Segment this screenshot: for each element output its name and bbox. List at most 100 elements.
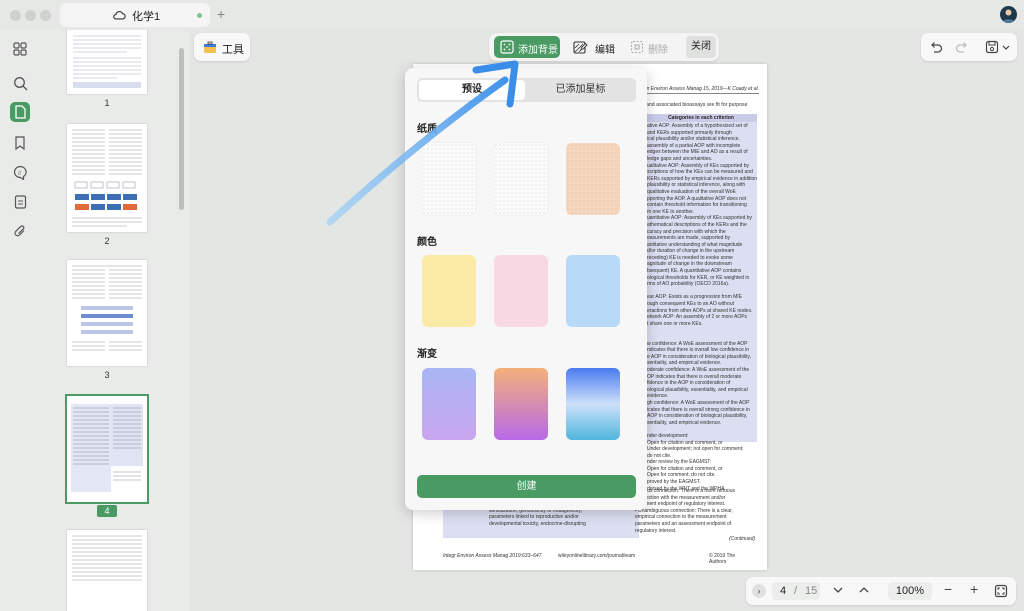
thumbnail-page[interactable] <box>67 124 147 232</box>
text-line: edges between the MIE and AO as a result… <box>647 149 748 156</box>
window-zoom-dot[interactable] <box>40 10 51 21</box>
text-line: ative AOP: Assembly of a hypothesized se… <box>647 123 748 129</box>
create-button[interactable]: 创建 <box>417 475 636 498</box>
search-icon[interactable] <box>10 73 30 93</box>
text-line <box>647 426 759 433</box>
text-line: bsequent) KE. A quantitative AOP contain… <box>647 268 742 275</box>
text-line: icates that there is overall strong conf… <box>647 406 750 413</box>
svg-text://: // <box>18 170 22 176</box>
footer-journal: Integr Environ Assess Manag 2019:633–647 <box>443 553 542 559</box>
add-background-button[interactable]: 添加背景 <box>494 36 560 58</box>
tab-presets[interactable]: 预设 <box>419 80 525 100</box>
tab-starred[interactable]: 已添加星标 <box>527 80 634 100</box>
save-icon[interactable] <box>985 40 999 54</box>
paper-swatch-orange-dots[interactable] <box>566 143 620 215</box>
edit-button[interactable]: 编辑 <box>569 36 625 58</box>
text-line: proved by the EAGMST. <box>647 479 701 486</box>
text-line: gh confidence: A WoE assessment of the A… <box>647 399 750 406</box>
zoom-out-button[interactable]: − <box>944 581 952 597</box>
bookmark-icon[interactable] <box>10 133 30 153</box>
fit-page-icon[interactable] <box>994 584 1008 598</box>
edit-label: 编辑 <box>595 45 615 56</box>
text-line: ndicates that there is overall low confi… <box>647 347 750 354</box>
page-navigation-bar: › 4 / 15 100% − + <box>746 577 1016 605</box>
page-icon[interactable] <box>10 102 30 122</box>
text-line: agnitude of change in the downstream <box>647 261 732 268</box>
previous-page-icon[interactable] <box>858 584 870 596</box>
gradient-swatch-lavender[interactable] <box>422 368 476 440</box>
thumbnail-page[interactable] <box>67 260 147 366</box>
page-number-box[interactable]: 4 / 15 <box>772 582 820 600</box>
comment-icon[interactable]: // <box>10 162 30 182</box>
text-line: curacy and precision with which the <box>647 228 726 235</box>
toolbox-icon <box>204 41 216 53</box>
color-swatch-yellow[interactable] <box>422 255 476 327</box>
close-button[interactable]: 关闭 <box>686 36 716 58</box>
zoom-level[interactable]: 100% <box>888 582 932 600</box>
text-line: KERs supported by empirical evidence in … <box>647 175 758 182</box>
thumbnail-number: 1 <box>104 98 110 108</box>
text-line: ical plausibility and/or statistical inf… <box>647 136 740 143</box>
redo-icon[interactable] <box>955 40 969 54</box>
paper-swatch-dots[interactable] <box>422 143 476 215</box>
add-background-label: 添加背景 <box>518 45 558 56</box>
text-line: qualitative evaluation of the overall Wo… <box>647 188 736 195</box>
text-line: developmental toxicity, endocrine-disrup… <box>489 520 586 527</box>
text-line: plausibility or statistical inference, a… <box>647 182 746 189</box>
thumbnail-panel: 1 2 3 4 5 <box>40 30 188 611</box>
text-line: regulatory interest. <box>635 527 677 534</box>
paper-swatch-fine-dots[interactable] <box>494 143 548 215</box>
text-line: empirical connection to the measurement <box>635 514 727 521</box>
text-line: pporting the AOP. A qualitative AOP does… <box>647 195 747 202</box>
thumbnail-page-selected[interactable] <box>65 394 149 504</box>
text-line: • Unambiguous connection: There is a cle… <box>635 507 733 514</box>
delete-background-icon <box>631 41 643 53</box>
chevron-right-icon[interactable]: › <box>752 584 766 598</box>
text-line: nder development: <box>647 432 689 439</box>
new-tab-button[interactable]: + <box>217 6 225 22</box>
text-line: contain threshold information for transi… <box>647 202 747 209</box>
zoom-in-button[interactable]: + <box>970 581 978 597</box>
text-line: AOP in consideration of biological plaus… <box>647 413 748 420</box>
left-icon-rail: // <box>0 30 40 611</box>
text-line: connection with the measurement and/or <box>635 494 726 501</box>
text-line: ear AOP: Exists as a progression from MI… <box>647 294 743 301</box>
text-line <box>647 334 759 341</box>
color-swatch-blue[interactable] <box>566 255 620 327</box>
text-line: ological plausibility, essentiality, and… <box>647 386 748 393</box>
gradient-swatch-sunset[interactable] <box>494 368 548 440</box>
tools-button[interactable]: 工具 <box>194 33 250 61</box>
grid-icon[interactable] <box>10 39 30 59</box>
avatar[interactable] <box>1000 6 1017 23</box>
thumbnail-page[interactable] <box>67 530 147 611</box>
cloud-icon <box>113 11 126 20</box>
window-minimize-dot[interactable] <box>25 10 36 21</box>
footer-url: wileyonlinelibrary.com/journal/ieam <box>558 553 636 559</box>
undo-icon[interactable] <box>929 40 943 54</box>
text-line: sentiality, and empirical evidence. <box>647 360 722 367</box>
color-swatch-pink[interactable] <box>494 255 548 327</box>
text-line: and KERs supported primarily through <box>647 129 732 136</box>
thumbnail-scrollbar[interactable] <box>179 48 184 210</box>
chevron-down-icon[interactable] <box>1001 40 1011 54</box>
next-page-icon[interactable] <box>832 584 844 596</box>
current-page[interactable]: 4 <box>780 585 786 597</box>
attachment-icon[interactable] <box>10 221 30 241</box>
table-category-header: Categories in each criterion <box>645 114 757 122</box>
background-pattern-icon <box>500 40 514 54</box>
text-line: ological thresholds for KER, or KE weigh… <box>647 274 750 281</box>
text-line: rms of AO probability (OECD 2016a). <box>647 281 730 288</box>
text-line: sessment endpoint of regulatory interest… <box>635 501 726 508</box>
text-line: evidence. <box>647 393 669 400</box>
text-line: t share one or more KEs. <box>647 320 703 327</box>
text-line: athematical descriptions of the KERs and… <box>647 221 747 228</box>
window-close-dot[interactable] <box>10 10 21 21</box>
text-line: Under development; not open for comment; <box>647 446 744 453</box>
document-tab[interactable]: 化学1 <box>60 3 210 27</box>
text-line: e AOP in consideration of biological pla… <box>647 353 752 360</box>
gradient-swatch-ocean[interactable] <box>566 368 620 440</box>
form-icon[interactable] <box>10 192 30 212</box>
delete-button[interactable]: 删除 <box>628 36 676 58</box>
thumbnail-page[interactable] <box>67 30 147 94</box>
text-line: Open for citation and comment, or <box>647 439 723 446</box>
